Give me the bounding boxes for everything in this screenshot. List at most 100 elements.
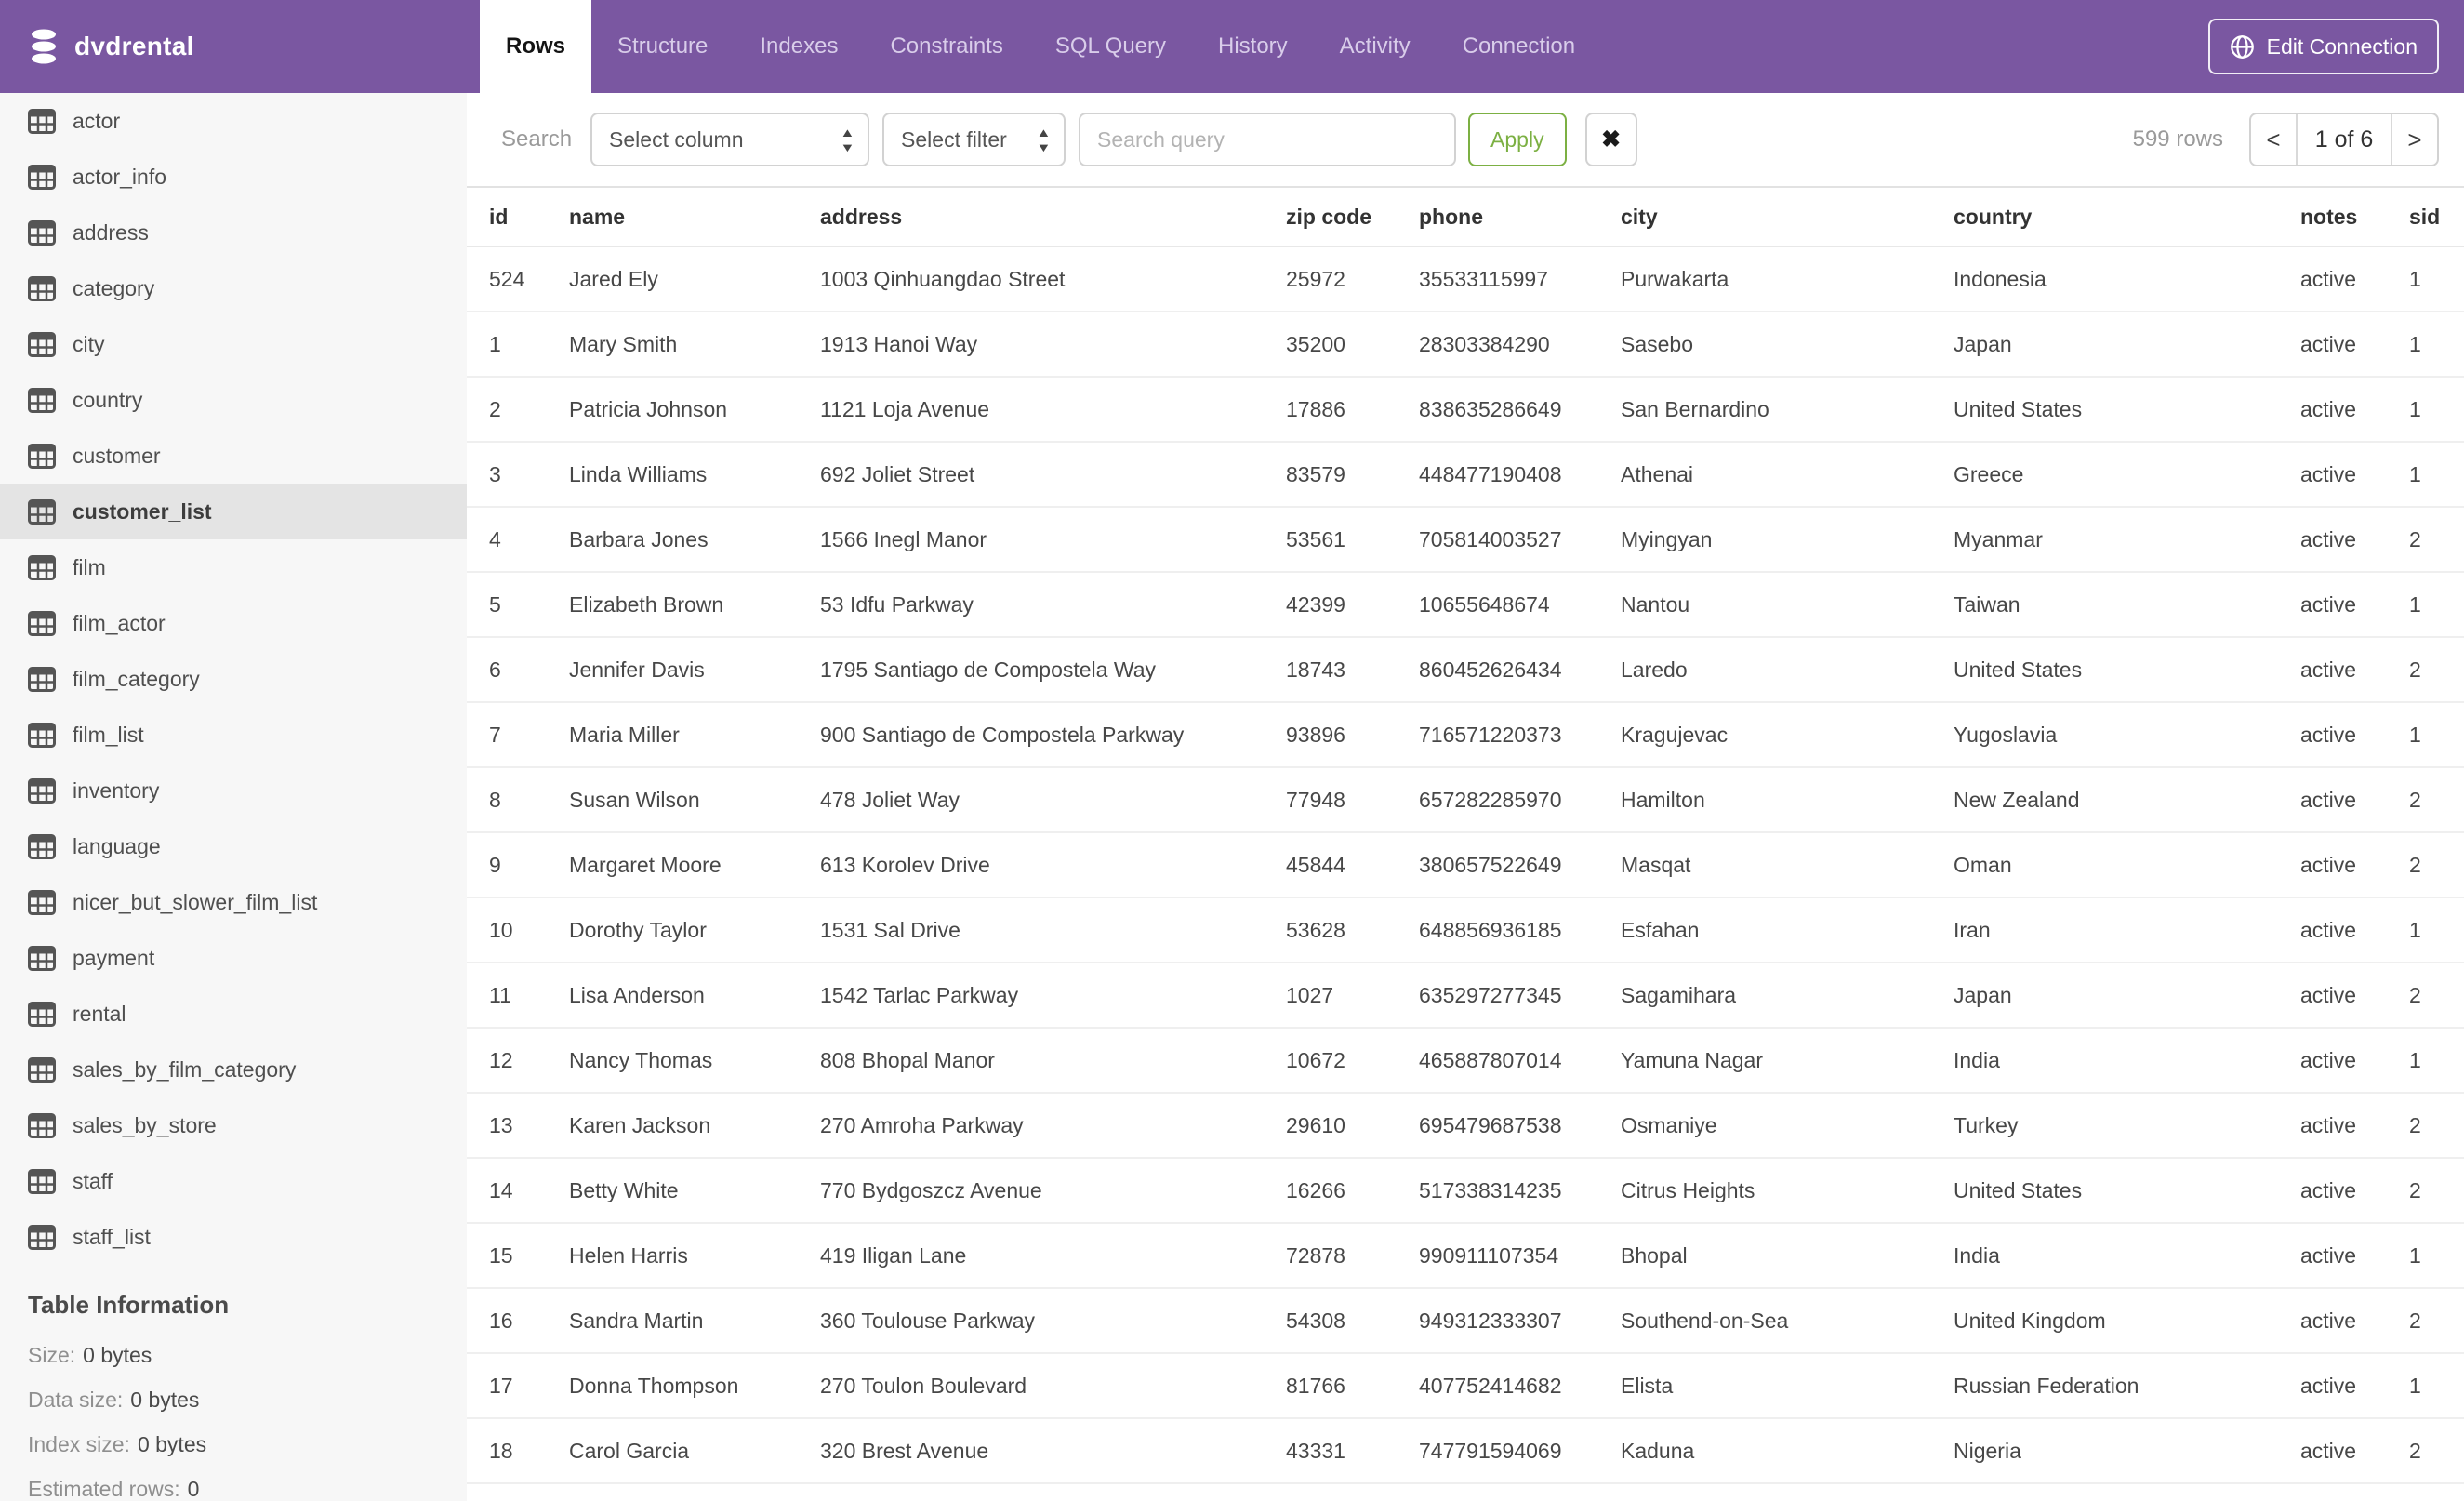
sidebar-table-item[interactable]: staff_list xyxy=(0,1209,467,1265)
sidebar-table-item[interactable]: payment xyxy=(0,930,467,986)
sidebar-table-item[interactable]: category xyxy=(0,260,467,316)
cell-id: 14 xyxy=(489,1177,513,1202)
cell-sid: 1 xyxy=(2409,266,2421,291)
sidebar-table-item[interactable]: country xyxy=(0,372,467,428)
sidebar-table-item[interactable]: staff xyxy=(0,1153,467,1209)
header-tab[interactable]: Structure xyxy=(591,0,734,93)
header-tab[interactable]: History xyxy=(1192,0,1314,93)
table-row[interactable]: 17 Donna Thompson 270 Toulon Boulevard 8… xyxy=(467,1354,2464,1419)
grid-body: 524 Jared Ely 1003 Qinhuangdao Street 25… xyxy=(467,247,2464,1501)
table-row[interactable]: 3 Linda Williams 692 Joliet Street 83579… xyxy=(467,443,2464,508)
next-page-button[interactable]: > xyxy=(2391,114,2437,165)
cell-city: Sagamihara xyxy=(1621,982,1737,1007)
table-row[interactable]: 12 Nancy Thomas 808 Bhopal Manor 10672 4… xyxy=(467,1029,2464,1094)
table-row[interactable]: 524 Jared Ely 1003 Qinhuangdao Street 25… xyxy=(467,247,2464,312)
header-tab[interactable]: Indexes xyxy=(734,0,864,93)
sidebar-table-item[interactable]: customer_list xyxy=(0,484,467,539)
cell-name: Nancy Thomas xyxy=(569,1047,713,1072)
sidebar-table-item[interactable]: film xyxy=(0,539,467,595)
cell-phone: 949312333307 xyxy=(1419,1308,1562,1333)
table-row[interactable]: 10 Dorothy Taylor 1531 Sal Drive 53628 6… xyxy=(467,898,2464,963)
table-row[interactable]: 9 Margaret Moore 613 Korolev Drive 45844… xyxy=(467,833,2464,898)
cell-zip: 1027 xyxy=(1286,982,1334,1007)
cell-notes: active xyxy=(2300,591,2357,617)
table-row[interactable]: 1 Mary Smith 1913 Hanoi Way 35200 283033… xyxy=(467,312,2464,378)
search-query-input[interactable] xyxy=(1080,126,1455,153)
table-row[interactable]: 2 Patricia Johnson 1121 Loja Avenue 1788… xyxy=(467,378,2464,443)
header-tab[interactable]: Connection xyxy=(1437,0,1601,93)
table-row[interactable]: 19 Ruth Martinez 1417 Lancaster Avenue 7… xyxy=(467,1484,2464,1501)
sidebar-table-label: film_actor xyxy=(73,610,166,635)
cell-zip: 16266 xyxy=(1286,1177,1345,1202)
stat-label: Data size: xyxy=(28,1387,124,1412)
cell-country: Japan xyxy=(1954,331,2012,356)
column-select[interactable]: Select column ▲ ▼ xyxy=(590,113,870,166)
table-icon xyxy=(28,722,56,748)
sidebar-table-label: sales_by_store xyxy=(73,1112,217,1137)
sidebar-table-item[interactable]: language xyxy=(0,818,467,874)
table-row[interactable]: 13 Karen Jackson 270 Amroha Parkway 2961… xyxy=(467,1094,2464,1159)
table-information-stats: Size: 0 bytes Data size: 0 bytes Index s… xyxy=(28,1333,467,1501)
table-row[interactable]: 11 Lisa Anderson 1542 Tarlac Parkway 102… xyxy=(467,963,2464,1029)
table-information-stat: Data size: 0 bytes xyxy=(28,1377,467,1422)
stat-value: 0 bytes xyxy=(137,1431,207,1456)
cell-country: Iran xyxy=(1954,917,1991,942)
header-tab[interactable]: Activity xyxy=(1314,0,1437,93)
cell-name: Jared Ely xyxy=(569,266,658,291)
sidebar-table-label: inventory xyxy=(73,777,160,803)
cell-country: India xyxy=(1954,1047,2000,1072)
table-icon xyxy=(28,1056,56,1083)
sidebar-table-item[interactable]: address xyxy=(0,205,467,260)
cell-address: 270 Toulon Boulevard xyxy=(820,1373,1027,1398)
row-count: 599 rows xyxy=(2132,126,2223,152)
header-tab[interactable]: SQL Query xyxy=(1029,0,1192,93)
table-row[interactable]: 7 Maria Miller 900 Santiago de Compostel… xyxy=(467,703,2464,768)
sidebar-table-item[interactable]: film_category xyxy=(0,651,467,707)
table-row[interactable]: 8 Susan Wilson 478 Joliet Way 77948 6572… xyxy=(467,768,2464,833)
cell-country: United States xyxy=(1954,396,2083,421)
table-information-stat: Size: 0 bytes xyxy=(28,1333,467,1377)
header-tab[interactable]: Constraints xyxy=(864,0,1028,93)
cell-phone: 705814003527 xyxy=(1419,526,1562,551)
table-row[interactable]: 14 Betty White 770 Bydgoszcz Avenue 1626… xyxy=(467,1159,2464,1224)
cell-phone: 716571220373 xyxy=(1419,722,1562,747)
sidebar-table-label: rental xyxy=(73,1001,126,1026)
table-row[interactable]: 5 Elizabeth Brown 53 Idfu Parkway 42399 … xyxy=(467,573,2464,638)
table-icon xyxy=(28,610,56,636)
sidebar-table-item[interactable]: sales_by_film_category xyxy=(0,1042,467,1097)
sidebar-table-item[interactable]: rental xyxy=(0,986,467,1042)
sidebar-table-item[interactable]: actor_info xyxy=(0,149,467,205)
cell-address: 360 Toulouse Parkway xyxy=(820,1308,1035,1333)
sidebar-table-item[interactable]: city xyxy=(0,316,467,372)
clear-search-button[interactable]: ✖ xyxy=(1584,113,1637,166)
table-row[interactable]: 6 Jennifer Davis 1795 Santiago de Compos… xyxy=(467,638,2464,703)
cell-notes: active xyxy=(2300,461,2357,486)
cell-id: 3 xyxy=(489,461,501,486)
sidebar-table-item[interactable]: actor xyxy=(0,93,467,149)
stat-label: Index size: xyxy=(28,1431,130,1456)
table-row[interactable]: 18 Carol Garcia 320 Brest Avenue 43331 7… xyxy=(467,1419,2464,1484)
sidebar-table-label: staff_list xyxy=(73,1224,151,1249)
sidebar-table-item[interactable]: film_actor xyxy=(0,595,467,651)
sidebar-table-item[interactable]: sales_by_store xyxy=(0,1097,467,1153)
sidebar-table-item[interactable]: nicer_but_slower_film_list xyxy=(0,874,467,930)
edit-connection-button[interactable]: Edit Connection xyxy=(2207,19,2439,74)
sidebar-table-item[interactable]: film_list xyxy=(0,707,467,763)
sidebar-table-label: customer xyxy=(73,443,161,468)
sidebar-table-item[interactable]: customer xyxy=(0,428,467,484)
prev-page-button[interactable]: < xyxy=(2251,114,2298,165)
table-row[interactable]: 16 Sandra Martin 360 Toulouse Parkway 54… xyxy=(467,1289,2464,1354)
stat-value: 0 bytes xyxy=(130,1387,200,1412)
table-row[interactable]: 4 Barbara Jones 1566 Inegl Manor 53561 7… xyxy=(467,508,2464,573)
table-icon xyxy=(28,1001,56,1027)
header-tab[interactable]: Rows xyxy=(480,0,592,93)
filter-select[interactable]: Select filter ▲ ▼ xyxy=(882,113,1066,166)
sidebar-table-label: sales_by_film_category xyxy=(73,1056,297,1082)
cell-zip: 10672 xyxy=(1286,1047,1345,1072)
table-row[interactable]: 15 Helen Harris 419 Iligan Lane 72878 99… xyxy=(467,1224,2464,1289)
cell-city: Nantou xyxy=(1621,591,1690,617)
sidebar-table-item[interactable]: inventory xyxy=(0,763,467,818)
grid-header-cell: name xyxy=(569,204,626,229)
apply-button[interactable]: Apply xyxy=(1468,113,1567,166)
table-information-stat: Index size: 0 bytes xyxy=(28,1422,467,1467)
